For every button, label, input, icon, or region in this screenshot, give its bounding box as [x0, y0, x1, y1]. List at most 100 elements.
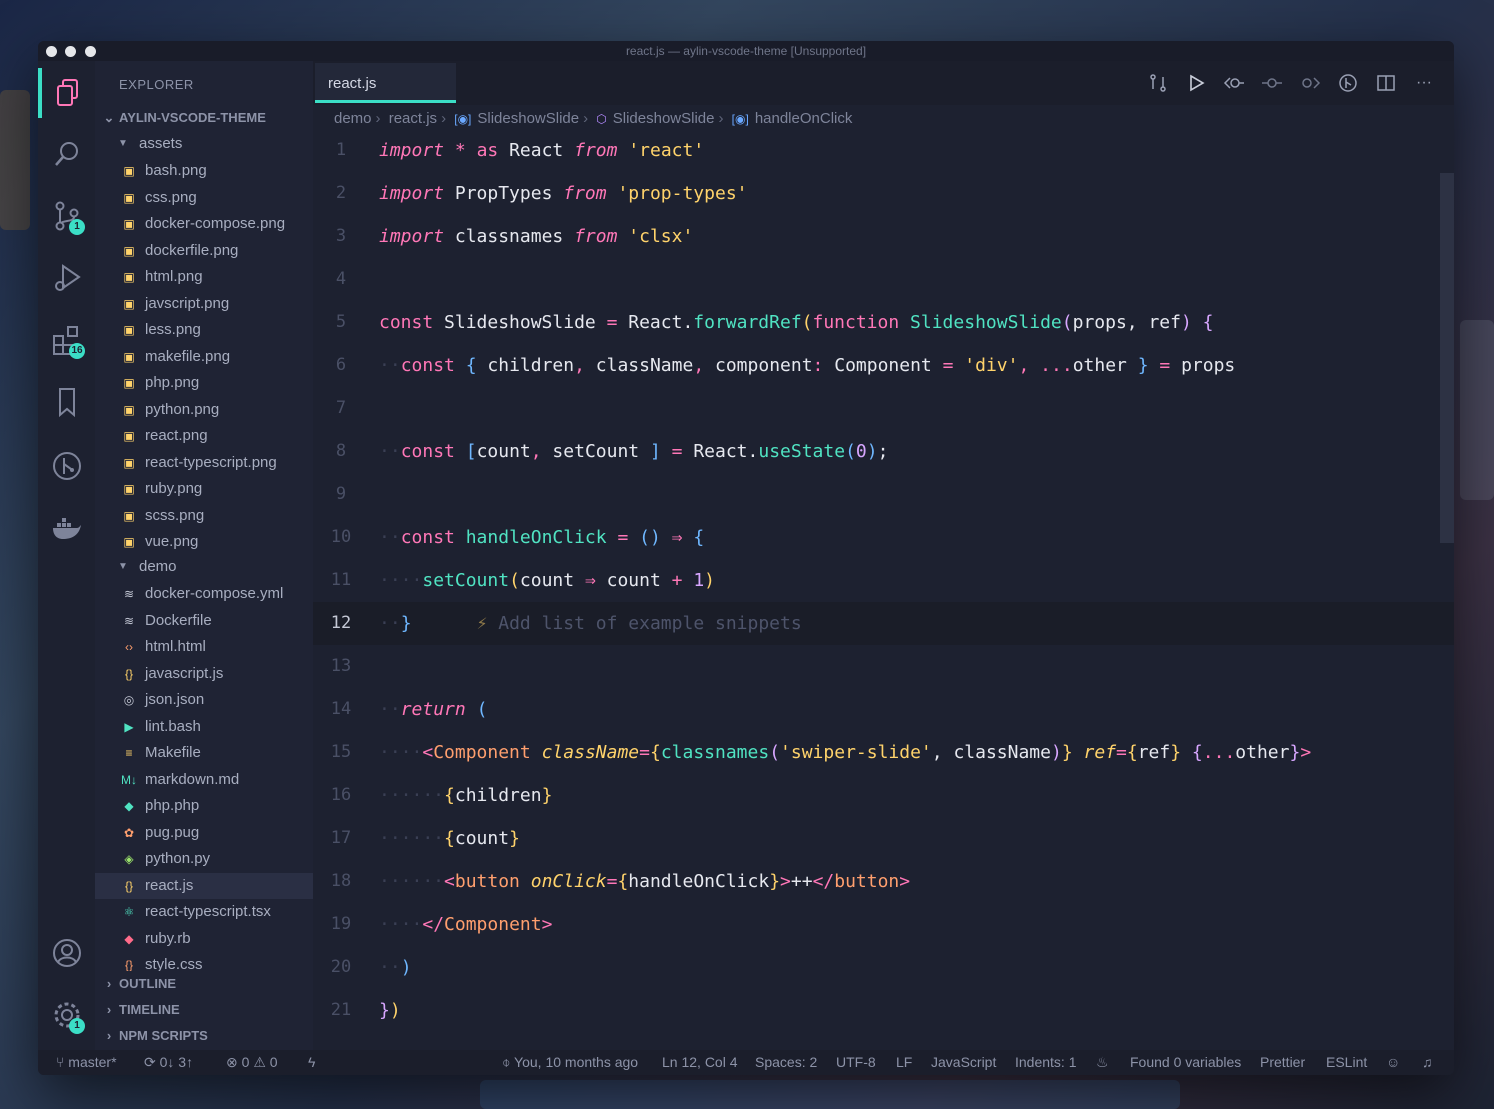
run-icon[interactable]: [1184, 71, 1208, 95]
settings-gear-icon[interactable]: 1: [38, 990, 95, 1040]
code-editor[interactable]: 1 import * as React from 'react' 2 import …: [313, 129, 1454, 1050]
blame-status[interactable]: ⌽ You, 10 months ago: [502, 1050, 638, 1075]
file-item[interactable]: ▣ vue.png: [95, 529, 313, 555]
lightning-icon[interactable]: ϟ: [308, 1050, 315, 1075]
encoding-status[interactable]: UTF-8: [836, 1050, 876, 1075]
folder-assets-label: assets: [139, 135, 183, 152]
line-number: 21: [330, 1000, 352, 1020]
bookmark-icon[interactable]: [38, 377, 95, 427]
docker-file-icon: ≋: [123, 587, 135, 602]
folder-demo[interactable]: ▼ demo: [95, 554, 313, 580]
docker-icon[interactable]: [38, 503, 95, 553]
cursor-position[interactable]: Ln 12, Col 4: [662, 1050, 738, 1075]
prettier-status[interactable]: Prettier: [1260, 1050, 1305, 1075]
more-actions-icon[interactable]: ···: [1412, 71, 1436, 95]
breadcrumb-handler[interactable]: handleOnClick: [755, 110, 853, 127]
outline-section[interactable]: › OUTLINE: [95, 971, 313, 997]
file-item[interactable]: ▣ docker-compose.png: [95, 211, 313, 237]
format-icon[interactable]: ♨: [1096, 1050, 1109, 1075]
file-item[interactable]: ✿ pug.pug: [95, 820, 313, 846]
indents-status[interactable]: Indents: 1: [1015, 1050, 1077, 1075]
file-item[interactable]: ⚛ react-typescript.tsx: [95, 899, 313, 925]
file-item[interactable]: ▣ javscript.png: [95, 291, 313, 317]
workspace-root-label: AYLIN-VSCODE-THEME: [119, 110, 266, 125]
eol-status[interactable]: LF: [896, 1050, 912, 1075]
file-item[interactable]: ▣ react.png: [95, 423, 313, 449]
compare-changes-icon[interactable]: [1146, 71, 1170, 95]
explorer-icon[interactable]: [38, 68, 95, 118]
file-item[interactable]: ▣ ruby.png: [95, 476, 313, 502]
file-item[interactable]: ▣ dockerfile.png: [95, 238, 313, 264]
file-item[interactable]: ▣ bash.png: [95, 158, 313, 184]
codelens-hint[interactable]: Add list of example snippets: [498, 613, 801, 634]
pug-file-icon: ✿: [123, 825, 135, 840]
settings-badge: 1: [69, 1018, 85, 1034]
branch-label: master*: [68, 1054, 117, 1070]
file-item[interactable]: ▣ scss.png: [95, 503, 313, 529]
file-item[interactable]: M↓ markdown.md: [95, 767, 313, 793]
indentation-status[interactable]: Spaces: 2: [755, 1050, 817, 1075]
git-graph-icon[interactable]: [38, 441, 95, 491]
image-file-icon: ▣: [123, 243, 135, 258]
file-item[interactable]: ▣ less.png: [95, 317, 313, 343]
sync-status[interactable]: ⟳ 0↓ 3↑: [144, 1050, 193, 1075]
language-mode[interactable]: JavaScript: [931, 1050, 996, 1075]
editor-scrollbar[interactable]: [1440, 173, 1454, 543]
image-file-icon: ▣: [123, 190, 135, 205]
file-item[interactable]: {} javascript.js: [95, 661, 313, 687]
file-item[interactable]: ◈ python.py: [95, 846, 313, 872]
close-window-button[interactable]: [46, 46, 57, 57]
chevron-right-icon: ›: [441, 110, 447, 127]
npm-scripts-section[interactable]: › NPM SCRIPTS: [95, 1023, 313, 1049]
image-file-icon: ▣: [123, 455, 135, 470]
git-lens-icon[interactable]: [1336, 71, 1360, 95]
breadcrumb-folder[interactable]: demo: [334, 110, 372, 127]
eslint-status[interactable]: ESLint: [1326, 1050, 1367, 1075]
file-label: ruby.rb: [145, 929, 191, 947]
extensions-icon[interactable]: 16: [38, 315, 95, 365]
file-item[interactable]: ≋ Dockerfile: [95, 608, 313, 634]
file-item[interactable]: ◆ ruby.rb: [95, 926, 313, 952]
feedback-icon[interactable]: ☺: [1386, 1050, 1400, 1075]
variables-status[interactable]: Found 0 variables: [1130, 1050, 1241, 1075]
timeline-section[interactable]: › TIMELINE: [95, 997, 313, 1023]
image-file-icon: ▣: [123, 270, 135, 285]
maximize-window-button[interactable]: [85, 46, 96, 57]
file-item[interactable]: ≡ Makefile: [95, 740, 313, 766]
file-item[interactable]: ▣ makefile.png: [95, 344, 313, 370]
next-change-icon[interactable]: [1298, 71, 1322, 95]
file-item[interactable]: ≋ docker-compose.yml: [95, 581, 313, 607]
file-item[interactable]: ◎ json.json: [95, 687, 313, 713]
file-item[interactable]: ▣ php.png: [95, 370, 313, 396]
file-item[interactable]: ▶ lint.bash: [95, 714, 313, 740]
file-item[interactable]: ▣ react-typescript.png: [95, 450, 313, 476]
tab-react-js[interactable]: react.js: [315, 63, 456, 103]
file-label: docker-compose.png: [145, 215, 286, 232]
variable-symbol-icon: [◉]: [454, 112, 472, 126]
problems-status[interactable]: ⊗ 0 ⚠ 0: [226, 1050, 278, 1075]
file-item[interactable]: ▣ html.png: [95, 264, 313, 290]
branch-status[interactable]: ⑂ master*: [56, 1050, 117, 1075]
file-label: python.py: [145, 850, 211, 867]
workspace-root[interactable]: ⌄ AYLIN-VSCODE-THEME: [95, 105, 313, 131]
explorer-sidebar: EXPLORER ⌄ AYLIN-VSCODE-THEME ▼ assets ▣ ba…: [95, 61, 313, 1050]
commit-icon[interactable]: [1260, 71, 1284, 95]
split-editor-icon[interactable]: [1374, 71, 1398, 95]
notifications-bell-icon[interactable]: ♫: [1422, 1050, 1433, 1075]
account-icon[interactable]: [38, 928, 95, 978]
folder-assets[interactable]: ▼ assets: [95, 131, 313, 157]
breadcrumb-file[interactable]: react.js: [389, 110, 437, 127]
source-control-icon[interactable]: 1: [38, 191, 95, 241]
file-item[interactable]: ◆ php.php: [95, 793, 313, 819]
file-item[interactable]: ▣ python.png: [95, 397, 313, 423]
open-changes-icon[interactable]: [1222, 71, 1246, 95]
file-item[interactable]: ‹› html.html: [95, 634, 313, 660]
search-icon[interactable]: [38, 129, 95, 179]
minimize-window-button[interactable]: [65, 46, 76, 57]
file-item[interactable]: ▣ css.png: [95, 185, 313, 211]
breadcrumb-function[interactable]: SlideshowSlide: [613, 110, 715, 127]
file-item[interactable]: {} react.js: [95, 872, 313, 899]
breadcrumb-symbol[interactable]: SlideshowSlide: [477, 110, 579, 127]
file-label: less.png: [145, 321, 201, 338]
run-debug-icon[interactable]: [38, 253, 95, 303]
